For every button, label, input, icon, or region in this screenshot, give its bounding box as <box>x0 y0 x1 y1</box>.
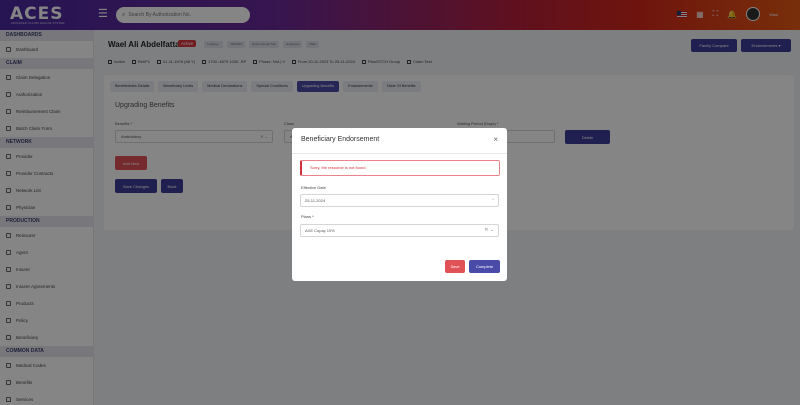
complete-button[interactable]: Complete <box>469 260 500 273</box>
modal-divider <box>292 153 507 154</box>
beneficiary-endorsement-modal: Beneficiary Endorsement × Sorry, the res… <box>292 128 507 281</box>
error-alert: Sorry, the resource is not found <box>300 160 500 176</box>
plans-label: Plans * <box>301 214 314 219</box>
clear-and-chevron-icon[interactable]: ✕ ⌄ <box>484 225 494 236</box>
effective-date-input[interactable]: 25-11-2024 ▫ <box>300 194 499 207</box>
plans-select[interactable]: AXE Copay 10% ✕ ⌄ <box>300 224 499 237</box>
effective-date-label: Effective Date <box>301 185 326 190</box>
save-button[interactable]: Save <box>445 260 465 273</box>
close-icon[interactable]: × <box>493 136 498 144</box>
modal-title: Beneficiary Endorsement <box>301 136 380 143</box>
calendar-icon[interactable]: ▫ <box>492 195 494 206</box>
